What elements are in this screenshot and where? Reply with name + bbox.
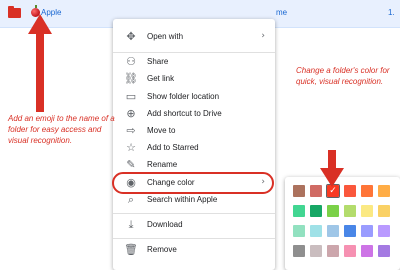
menu-item-label: Search within Apple bbox=[147, 195, 218, 204]
menu-divider bbox=[113, 52, 275, 53]
person-add-icon: ⚇ bbox=[126, 55, 136, 68]
star-outline-icon: ☆ bbox=[126, 141, 136, 154]
link-icon: ⛓ bbox=[124, 72, 138, 85]
context-menu: ✥ Open with › ⚇ Share ⛓ Get link ▭ Show … bbox=[113, 19, 275, 270]
color-swatch[interactable] bbox=[378, 205, 390, 217]
menu-item-remove[interactable]: 🗑 Remove bbox=[113, 242, 275, 259]
move-folder-icon: ⇨ bbox=[126, 124, 136, 137]
menu-item-add-shortcut[interactable]: ⊕ Add shortcut to Drive bbox=[113, 106, 275, 123]
menu-item-search-within[interactable]: ⌕ Search within Apple bbox=[113, 192, 275, 209]
chevron-right-icon: › bbox=[261, 31, 265, 41]
menu-item-open-with[interactable]: ✥ Open with › bbox=[113, 29, 275, 46]
menu-item-label: Share bbox=[147, 57, 169, 66]
menu-item-label: Rename bbox=[147, 160, 178, 169]
search-icon: ⌕ bbox=[127, 193, 135, 206]
color-swatch[interactable] bbox=[378, 225, 390, 237]
menu-item-label: Open with bbox=[147, 32, 184, 41]
menu-item-label: Get link bbox=[147, 74, 175, 83]
move-arrows-icon: ✥ bbox=[126, 30, 136, 43]
color-swatch[interactable] bbox=[327, 245, 339, 257]
color-swatch[interactable] bbox=[293, 245, 305, 257]
menu-item-download[interactable]: ⤓ Download bbox=[113, 217, 275, 234]
file-size: 1. bbox=[388, 8, 395, 17]
file-owner: me bbox=[276, 8, 288, 17]
color-swatch[interactable] bbox=[344, 245, 356, 257]
menu-item-move-to[interactable]: ⇨ Move to bbox=[113, 123, 275, 140]
menu-item-show-folder-location[interactable]: ▭ Show folder location bbox=[113, 89, 275, 106]
down-arrow-annotation bbox=[320, 150, 344, 187]
trash-icon: 🗑 bbox=[124, 243, 138, 256]
color-palette: ✓ bbox=[285, 177, 400, 270]
color-swatch[interactable] bbox=[293, 225, 305, 237]
color-swatch[interactable] bbox=[310, 225, 322, 237]
color-swatch[interactable] bbox=[293, 205, 305, 217]
color-swatch[interactable] bbox=[344, 205, 356, 217]
add-shortcut-icon: ⊕ bbox=[126, 107, 136, 120]
folder-icon bbox=[8, 6, 21, 18]
up-arrow-annotation bbox=[28, 14, 52, 112]
menu-item-label: Show folder location bbox=[147, 92, 220, 101]
folder-outline-icon: ▭ bbox=[125, 90, 137, 103]
menu-divider bbox=[113, 238, 275, 239]
color-swatch[interactable] bbox=[310, 245, 322, 257]
color-swatch[interactable] bbox=[378, 245, 390, 257]
color-annotation: Change a folder's color for quick, visua… bbox=[296, 66, 390, 86]
menu-item-label: Add shortcut to Drive bbox=[147, 109, 222, 118]
color-swatch[interactable] bbox=[327, 205, 339, 217]
menu-item-share[interactable]: ⚇ Share bbox=[113, 54, 275, 71]
emoji-annotation: Add an emoji to the name of a folder for… bbox=[8, 114, 115, 145]
menu-item-label: Remove bbox=[147, 245, 177, 254]
menu-item-label: Add to Starred bbox=[147, 143, 199, 152]
color-swatch[interactable] bbox=[293, 185, 305, 197]
color-swatch[interactable] bbox=[361, 205, 373, 217]
color-swatch[interactable] bbox=[344, 225, 356, 237]
pencil-icon: ✎ bbox=[126, 158, 136, 171]
color-swatch[interactable] bbox=[361, 185, 373, 197]
down-arrow-shape bbox=[320, 150, 344, 187]
menu-item-label: Download bbox=[147, 220, 183, 229]
up-arrow-shape bbox=[28, 14, 52, 112]
menu-item-get-link[interactable]: ⛓ Get link bbox=[113, 71, 275, 88]
color-swatch[interactable] bbox=[361, 245, 373, 257]
change-color-highlight bbox=[112, 172, 274, 194]
color-swatch[interactable] bbox=[327, 225, 339, 237]
color-swatch[interactable] bbox=[310, 205, 322, 217]
menu-item-label: Move to bbox=[147, 126, 176, 135]
download-icon: ⤓ bbox=[128, 218, 134, 231]
menu-divider bbox=[113, 213, 275, 214]
color-swatch[interactable] bbox=[378, 185, 390, 197]
color-swatch[interactable] bbox=[361, 225, 373, 237]
menu-item-add-to-starred[interactable]: ☆ Add to Starred bbox=[113, 140, 275, 157]
